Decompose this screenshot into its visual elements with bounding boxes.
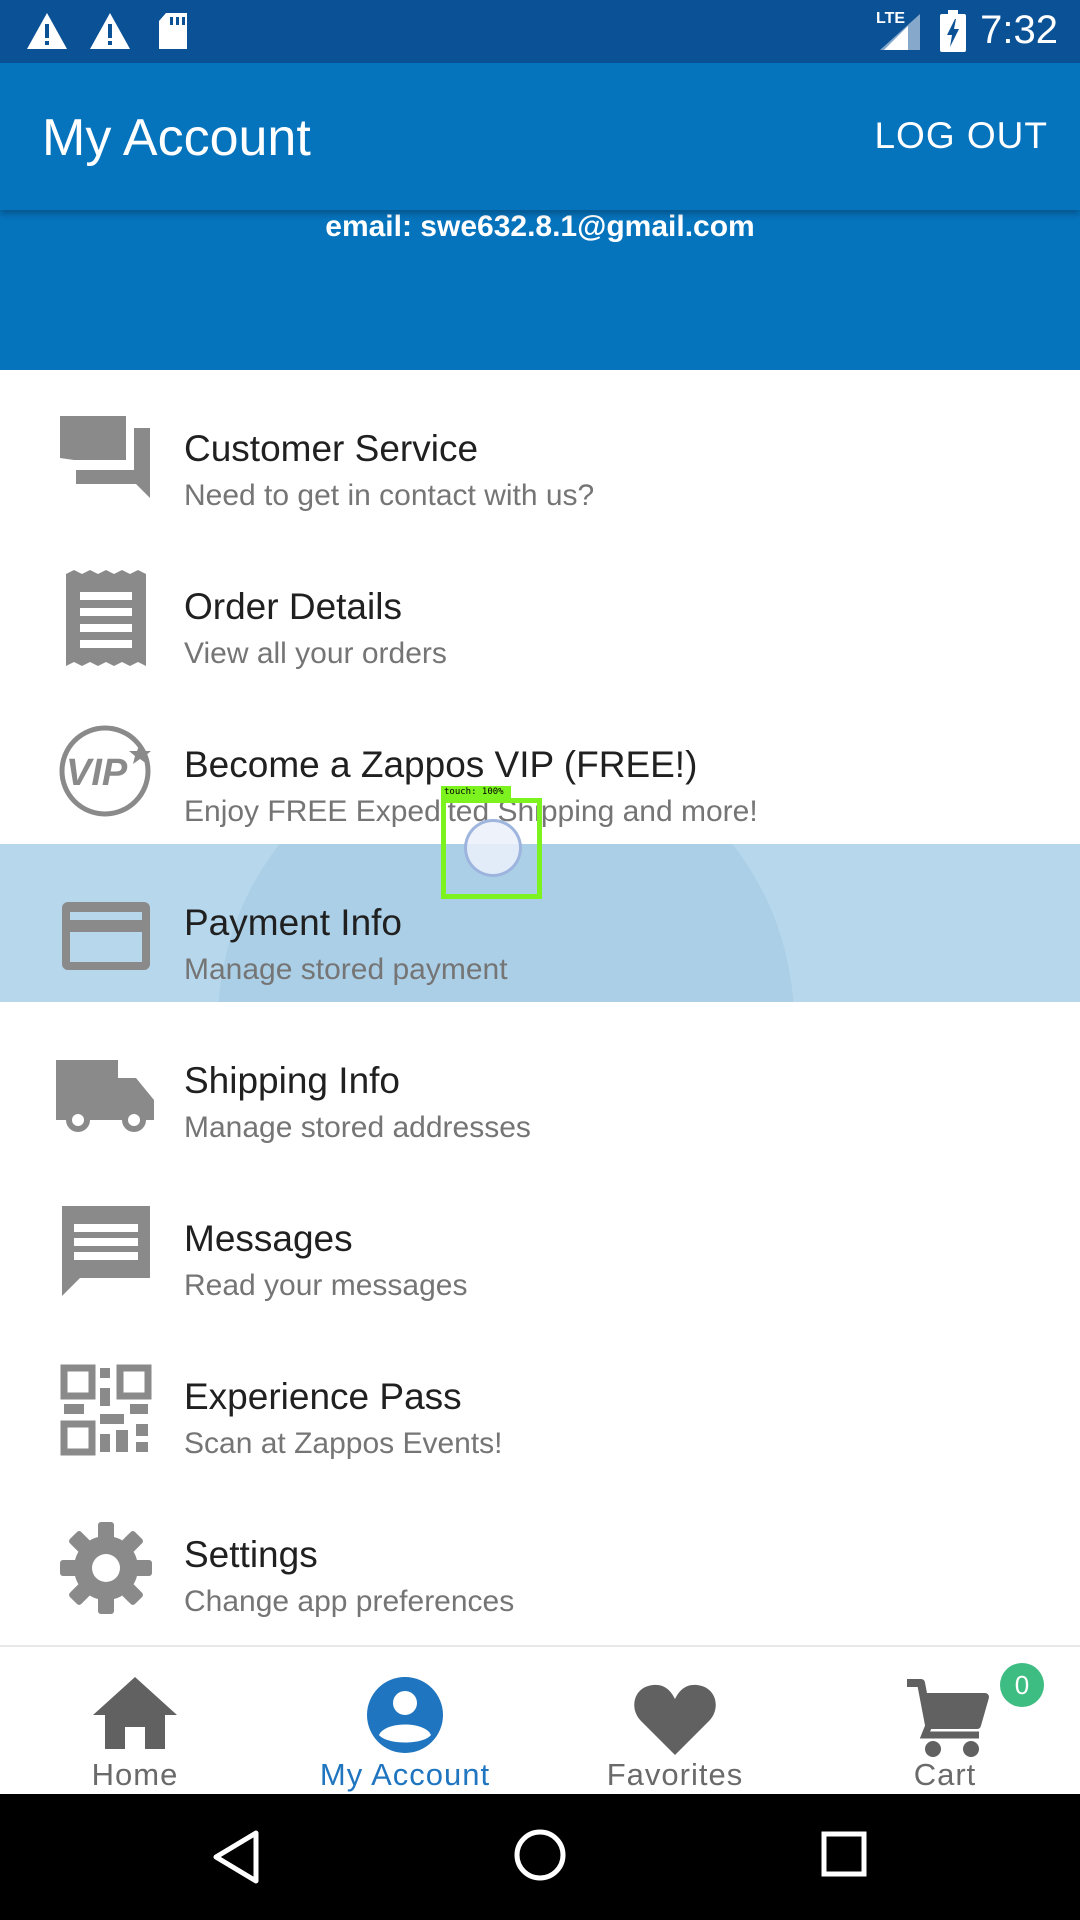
menu-item-order-details[interactable]: Order Details View all your orders [0, 528, 1080, 686]
account-email: email: swe632.8.1@gmail.com [325, 210, 755, 243]
signal-icon [880, 14, 920, 50]
menu-item-subtitle: Scan at Zappos Events! [184, 1427, 503, 1460]
sd-card-icon [159, 13, 187, 49]
menu-item-shipping-info[interactable]: Shipping Info Manage stored addresses [0, 1002, 1080, 1160]
recents-icon[interactable] [820, 1830, 868, 1878]
heart-icon [634, 1684, 716, 1755]
account-menu: Customer Service Need to get in contact … [0, 370, 1080, 1634]
menu-item-title: Experience Pass [184, 1376, 462, 1417]
menu-item-subtitle: Manage stored payment [184, 953, 508, 986]
cart-count-badge: 0 [1000, 1663, 1044, 1707]
home-circle-icon[interactable] [512, 1827, 568, 1883]
menu-item-subtitle: Change app preferences [184, 1585, 515, 1618]
svg-text:VIP: VIP [66, 752, 128, 794]
menu-item-title: Messages [184, 1218, 353, 1259]
nav-favorites[interactable]: Favorites [540, 1647, 810, 1796]
menu-item-subtitle: Need to get in contact with us? [184, 479, 595, 512]
touch-label: touch: 100% [441, 786, 511, 798]
menu-item-subtitle: View all your orders [184, 637, 447, 670]
menu-item-title: Shipping Info [184, 1060, 401, 1101]
menu-item-subtitle: Read your messages [184, 1269, 468, 1302]
qr-code-icon [60, 1364, 152, 1456]
logout-button[interactable]: LOG OUT [874, 115, 1048, 157]
cart-icon [907, 1679, 989, 1757]
menu-item-title: Customer Service [184, 428, 479, 469]
nav-my-account[interactable]: My Account [270, 1647, 540, 1796]
gear-icon [60, 1522, 152, 1614]
back-icon[interactable] [212, 1829, 262, 1885]
app-bar: My Account LOG OUT [0, 63, 1080, 210]
menu-item-title: Payment Info [184, 902, 403, 943]
status-time: 7:32 [980, 8, 1058, 52]
menu-item-title: Order Details [184, 586, 402, 627]
menu-item-title: Settings [184, 1534, 318, 1575]
nav-favorites-label: Favorites [606, 1757, 744, 1792]
receipt-icon [66, 570, 146, 666]
nav-home-label: Home [91, 1757, 179, 1792]
warning-icon [27, 13, 67, 49]
nav-my-account-label: My Account [319, 1757, 491, 1792]
account-header: email: swe632.8.1@gmail.com [0, 210, 1080, 370]
nav-home[interactable]: Home [0, 1647, 270, 1796]
forum-icon [60, 416, 150, 498]
menu-item-messages[interactable]: Messages Read your messages [0, 1160, 1080, 1318]
nav-cart[interactable]: 0 Cart [810, 1647, 1080, 1796]
system-navigation-bar [0, 1794, 1080, 1920]
vip-icon: VIP [59, 725, 151, 817]
menu-item-customer-service[interactable]: Customer Service Need to get in contact … [0, 370, 1080, 528]
credit-card-icon [62, 902, 150, 970]
menu-item-experience-pass[interactable]: Experience Pass Scan at Zappos Events! [0, 1318, 1080, 1476]
status-bar: LTE 7:32 [0, 0, 1080, 63]
nav-cart-label: Cart [913, 1757, 977, 1792]
message-icon [62, 1206, 150, 1296]
page-title: My Account [42, 109, 311, 167]
home-icon [93, 1677, 177, 1749]
account-circle-icon [367, 1677, 443, 1753]
menu-item-title: Become a Zappos VIP (FREE!) [184, 744, 698, 785]
touch-highlight-box [441, 798, 542, 899]
warning-icon [90, 13, 130, 49]
menu-item-settings[interactable]: Settings Change app preferences [0, 1476, 1080, 1634]
truck-icon [56, 1060, 154, 1132]
battery-charging-icon [940, 10, 966, 52]
bottom-navigation: Home My Account Favorites 0 Cart [0, 1645, 1080, 1796]
menu-item-subtitle: Manage stored addresses [184, 1111, 531, 1144]
